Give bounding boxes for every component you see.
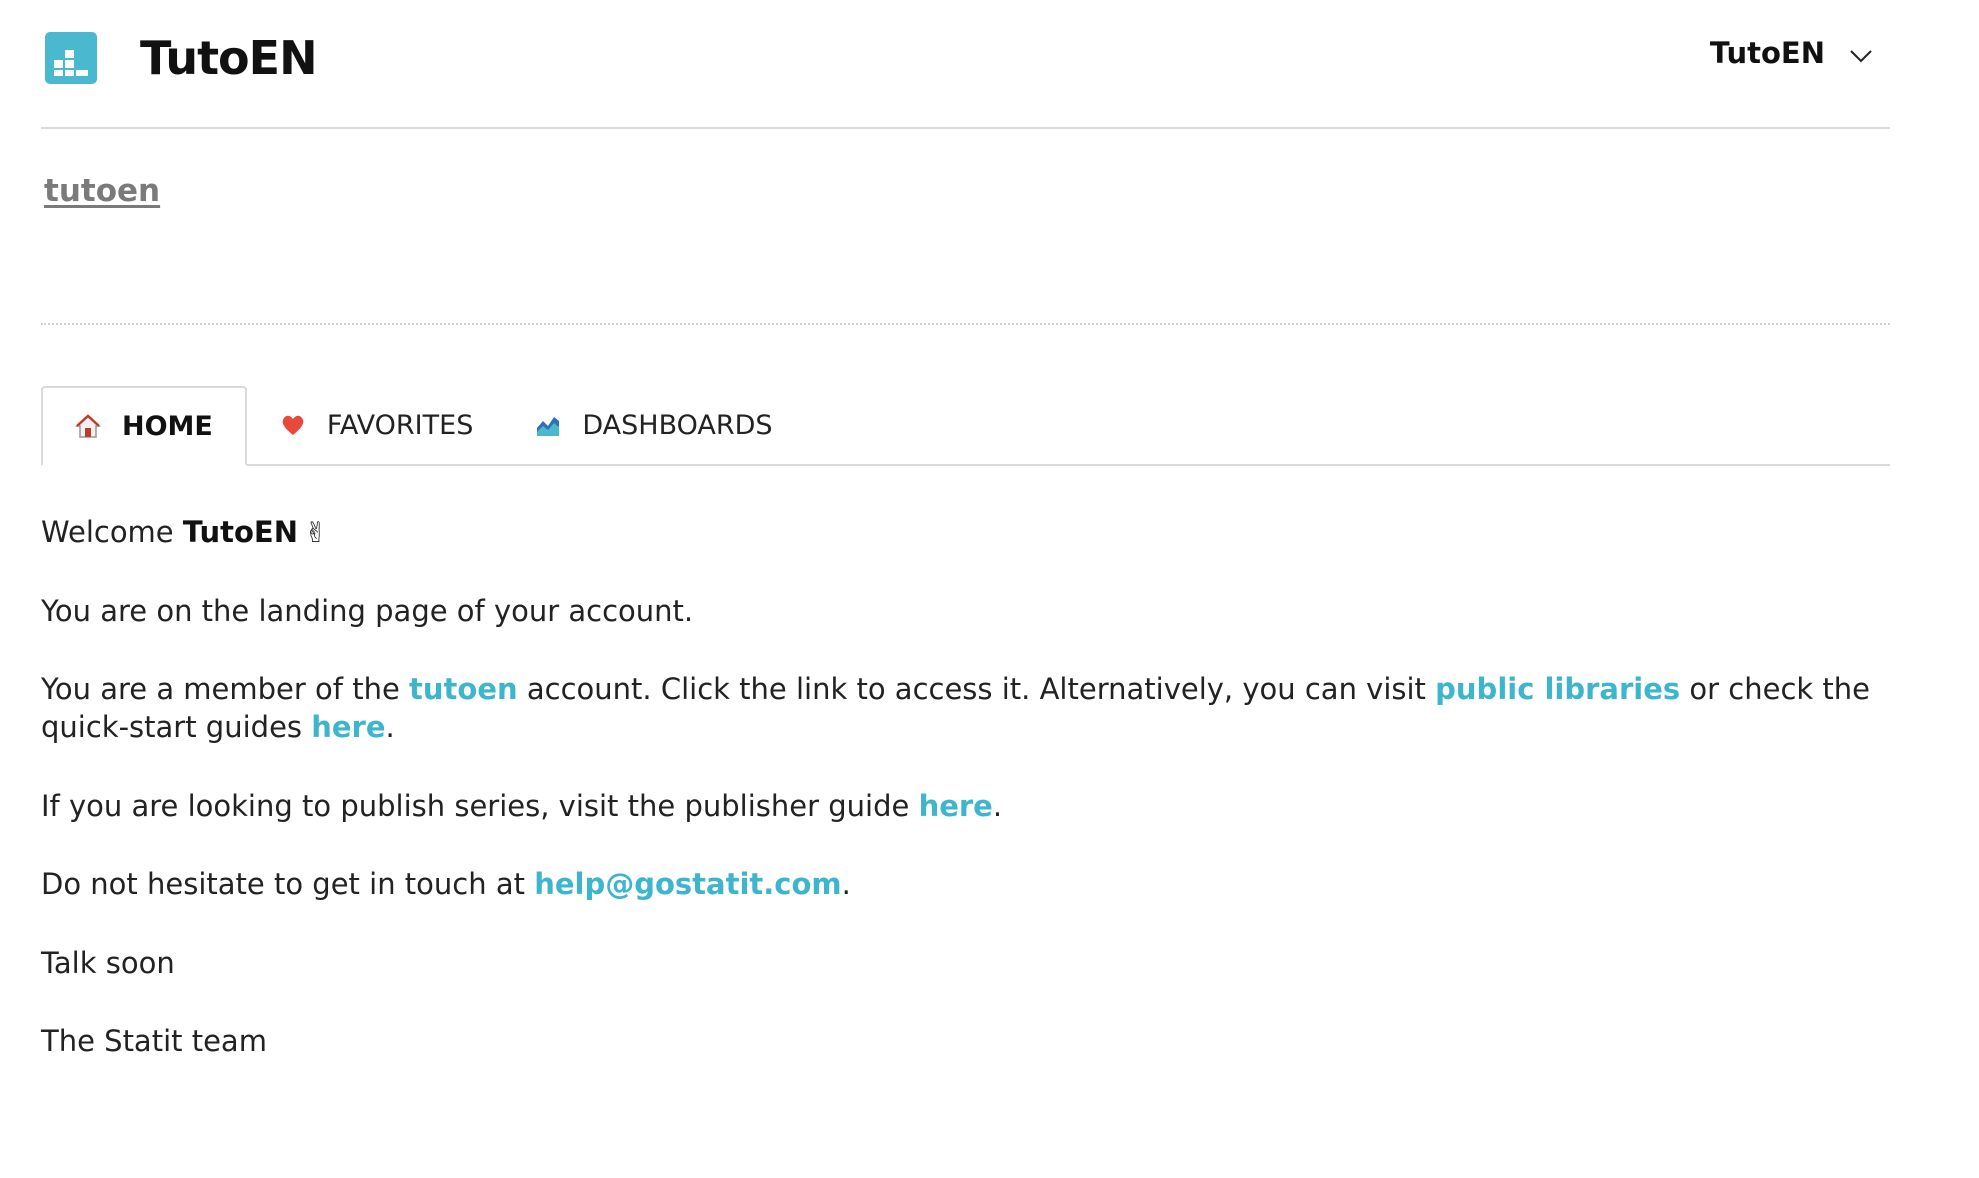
member-prefix: You are a member of the [41,672,410,706]
account-section: tutoen [41,129,1890,325]
talk-soon-text: Talk soon [41,946,175,980]
contact-prefix: Do not hesitate to get in touch at [41,867,535,901]
contact-email-link[interactable]: help@gostatit.com [534,867,841,901]
tab-favorites[interactable]: FAVORITES [247,386,505,464]
home-content: Welcome TutoEN ✌ You are on the landing p… [41,513,1890,1060]
member-mid: account. Click the link to access it. Al… [517,672,1436,706]
quickstart-guides-link[interactable]: here [311,710,385,744]
member-account-link[interactable]: tutoen [409,672,518,706]
contact-paragraph: Do not hesitate to get in touch at help@… [41,865,1871,903]
tab-dashboards[interactable]: DASHBOARDS [505,386,804,464]
account-link[interactable]: tutoen [44,173,160,209]
tab-home-label: HOME [122,410,213,442]
welcome-name: TutoEN [182,515,298,549]
landing-text: You are on the landing page of your acco… [41,594,694,628]
publish-suffix: . [992,789,1003,823]
tab-home[interactable]: HOME [41,386,247,466]
welcome-prefix: Welcome [41,515,183,549]
publish-prefix: If you are looking to publish series, vi… [41,789,919,823]
page: TutoEN TutoEN tutoen HOME FAVORITES DASH… [41,0,1890,1101]
signature-text: The Statit team [41,1024,267,1058]
app-title[interactable]: TutoEN [140,31,318,85]
contact-suffix: . [841,867,851,901]
account-menu[interactable]: TutoEN [1710,36,1873,70]
chevron-down-icon[interactable] [1849,49,1873,63]
victory-hand-icon: ✌ [303,516,328,549]
tab-dashboards-label: DASHBOARDS [582,409,773,441]
area-chart-icon [535,412,561,438]
top-header: TutoEN TutoEN [41,0,1890,129]
heart-icon [280,412,306,438]
publish-paragraph: If you are looking to publish series, vi… [41,787,1871,825]
house-icon [75,413,101,439]
welcome-line: Welcome TutoEN ✌ [41,513,1871,552]
account-menu-label[interactable]: TutoEN [1710,36,1825,70]
tab-favorites-label: FAVORITES [326,409,474,441]
member-paragraph: You are a member of the tutoen account. … [41,670,1871,746]
tab-bar: HOME FAVORITES DASHBOARDS [41,386,1890,466]
publisher-guide-link[interactable]: here [919,789,993,823]
member-suffix: . [385,710,395,744]
public-libraries-link[interactable]: public libraries [1435,672,1680,706]
bar-chart-logo-icon[interactable] [45,32,97,84]
